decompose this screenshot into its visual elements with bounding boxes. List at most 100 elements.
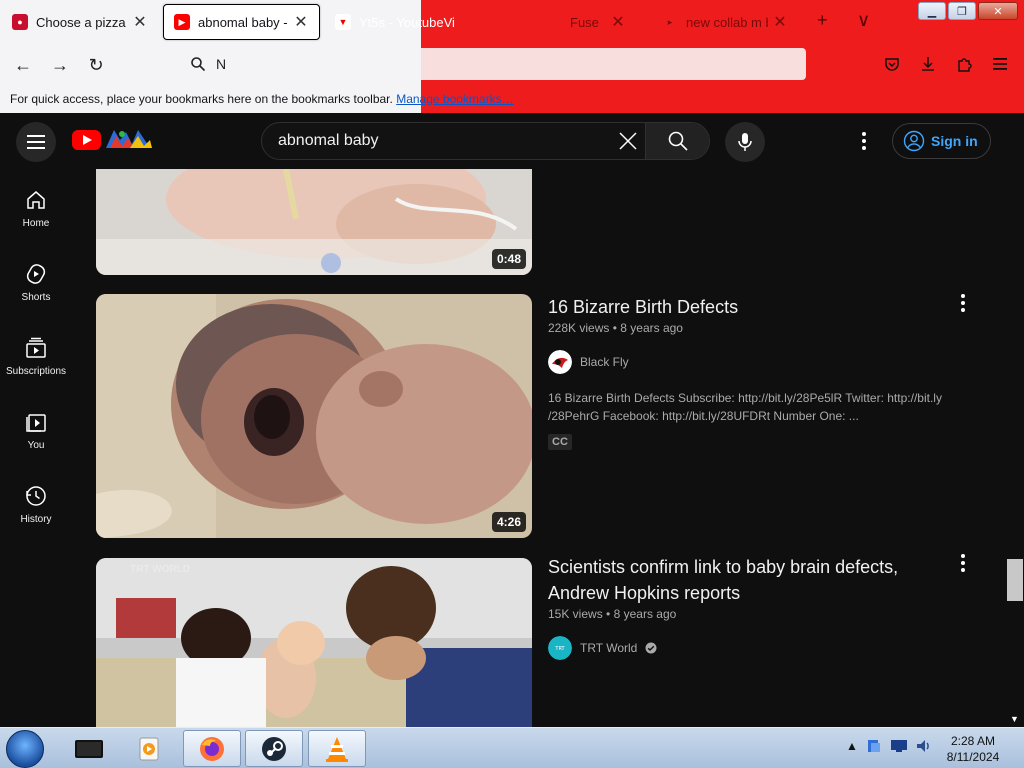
sidebar-item-you[interactable]: You [0,395,72,467]
sidebar-item-shorts[interactable]: Shorts [0,247,72,319]
sidebar-item-history[interactable]: History [0,469,72,541]
reload-button[interactable]: ↻ [83,52,109,78]
search-box: abnomal baby [261,122,710,160]
view-count: 15K views [548,607,603,621]
channel-name: Black Fly [580,355,629,369]
channel-avatar: TRT [548,636,572,660]
video-metadata: 228K views • 8 years ago [548,321,683,335]
sign-in-label: Sign in [931,133,978,149]
guide-menu-button[interactable] [16,122,56,162]
youtube-doodle-logo[interactable] [104,126,154,152]
close-icon[interactable]: ✕ [772,12,788,32]
home-icon [27,191,45,209]
vlc-icon[interactable] [308,730,366,767]
pocket-icon[interactable] [880,52,904,76]
search-button[interactable] [645,123,709,159]
tab-new-collab[interactable]: ▸ new collab m bar ✕ [652,4,798,40]
clear-search-button[interactable] [611,123,645,159]
pizza-icon: ● [12,14,28,30]
list-all-tabs-button[interactable]: ∨ [857,10,870,31]
manage-bookmarks-link[interactable]: Manage bookmarks… [396,92,513,106]
windows-taskbar: ▲ 2:28 AM 8/11/2024 [0,727,1024,768]
video-action-menu-button[interactable] [957,293,969,313]
clock-date: 8/11/2024 [946,750,1000,764]
display-icon[interactable] [890,739,908,753]
history-icon [26,486,46,506]
firefox-icon[interactable] [183,730,241,767]
app-menu-icon[interactable] [988,52,1012,76]
tab-choose-pizza[interactable]: ● Choose a pizza | Piz ✕ [2,4,158,40]
steam-icon[interactable] [245,730,303,767]
scroll-down-arrow-icon[interactable]: ▼ [1010,714,1019,724]
video-thumbnail-image [96,294,532,538]
voice-search-button[interactable] [725,122,765,162]
bookmarks-toolbar: For quick access, place your bookmarks h… [10,92,514,106]
view-count: 228K views [548,321,610,335]
channel-avatar [548,350,572,374]
sidebar-item-home[interactable]: Home [0,173,72,245]
video-thumbnail[interactable]: TRT WORLD [96,558,532,727]
search-input[interactable]: abnomal baby [262,123,611,159]
channel-link[interactable]: Black Fly [548,350,629,374]
description-line: 16 Bizarre Birth Defects Subscribe: http… [548,391,942,405]
system-tray: ▲ [846,738,932,754]
sign-in-button[interactable]: Sign in [892,123,991,159]
window-controls: ▁ ❐ ✕ [918,2,1018,20]
video-action-menu-button[interactable] [957,553,969,573]
close-icon[interactable]: ✕ [610,12,626,32]
youtube-logo[interactable] [72,130,101,150]
tab-yt5s[interactable]: ▼ Yt5s - YoutubeVi [325,4,485,40]
scrollbar-thumb[interactable] [1007,559,1023,601]
back-button[interactable]: ← [10,52,36,78]
video-title-line: Scientists confirm link to baby brain de… [548,557,899,577]
video-description: 16 Bizarre Birth Defects Subscribe: http… [548,389,948,425]
sidebar-item-label: Subscriptions [5,366,67,377]
sidebar-item-subscriptions[interactable]: Subscriptions [0,321,72,393]
video-thumbnail[interactable]: 0:48 [96,169,532,275]
tab-title: abnomal baby - Yo [198,14,289,30]
new-tab-button[interactable]: + [817,10,828,31]
maximize-button[interactable]: ❐ [948,2,976,20]
page-scrollbar[interactable]: ▼ [1006,169,1024,727]
verified-badge-icon [645,642,657,654]
video-duration: 0:48 [491,249,526,269]
network-icon[interactable] [866,738,882,754]
sidebar-item-label: You [27,440,45,451]
settings-menu-button[interactable] [852,129,876,153]
close-icon[interactable]: ✕ [132,12,148,32]
sidebar-item-label: Home [22,218,50,229]
minimize-button[interactable]: ▁ [918,2,946,20]
mini-guide-sidebar: Home Shorts Subscriptions You History [0,169,72,727]
account-icon [903,130,925,152]
close-window-button[interactable]: ✕ [978,2,1018,20]
video-thumbnail-image [96,169,532,275]
cc-badge: CC [548,434,572,450]
channel-link[interactable]: TRT TRT World [548,636,657,660]
video-title[interactable]: 16 Bizarre Birth Defects [548,294,928,320]
system-clock[interactable]: 2:28 AM 8/11/2024 [940,733,1006,765]
thumbnail-watermark: TRT WORLD [130,564,190,575]
video-title-line: Andrew Hopkins reports [548,583,741,603]
start-button[interactable] [6,730,44,768]
video-thumbnail-image [96,558,532,727]
address-bar[interactable]: N [180,48,806,80]
microphone-icon [738,133,752,151]
tab-fuse[interactable]: Fuse ✕ [560,4,636,40]
video-duration: 4:26 [491,512,526,532]
close-icon[interactable]: ✕ [293,12,309,32]
tab-title: Choose a pizza | Piz [36,14,128,30]
volume-icon[interactable] [916,738,932,754]
youtube-icon: ▶ [174,14,190,30]
extensions-icon[interactable] [952,52,976,76]
terminal-app-icon[interactable] [60,730,118,767]
forward-button[interactable]: → [47,52,73,78]
video-title[interactable]: Scientists confirm link to baby brain de… [548,554,928,606]
tab-title: new collab m bar [686,14,768,30]
show-hidden-icons-icon[interactable]: ▲ [846,739,858,753]
tab-abnomal-baby[interactable]: ▶ abnomal baby - Yo ✕ [163,4,320,40]
search-icon [668,131,688,151]
media-app-icon[interactable] [120,730,178,767]
channel-name: TRT World [580,641,638,655]
video-thumbnail[interactable]: 4:26 [96,294,532,538]
downloads-icon[interactable] [916,52,940,76]
